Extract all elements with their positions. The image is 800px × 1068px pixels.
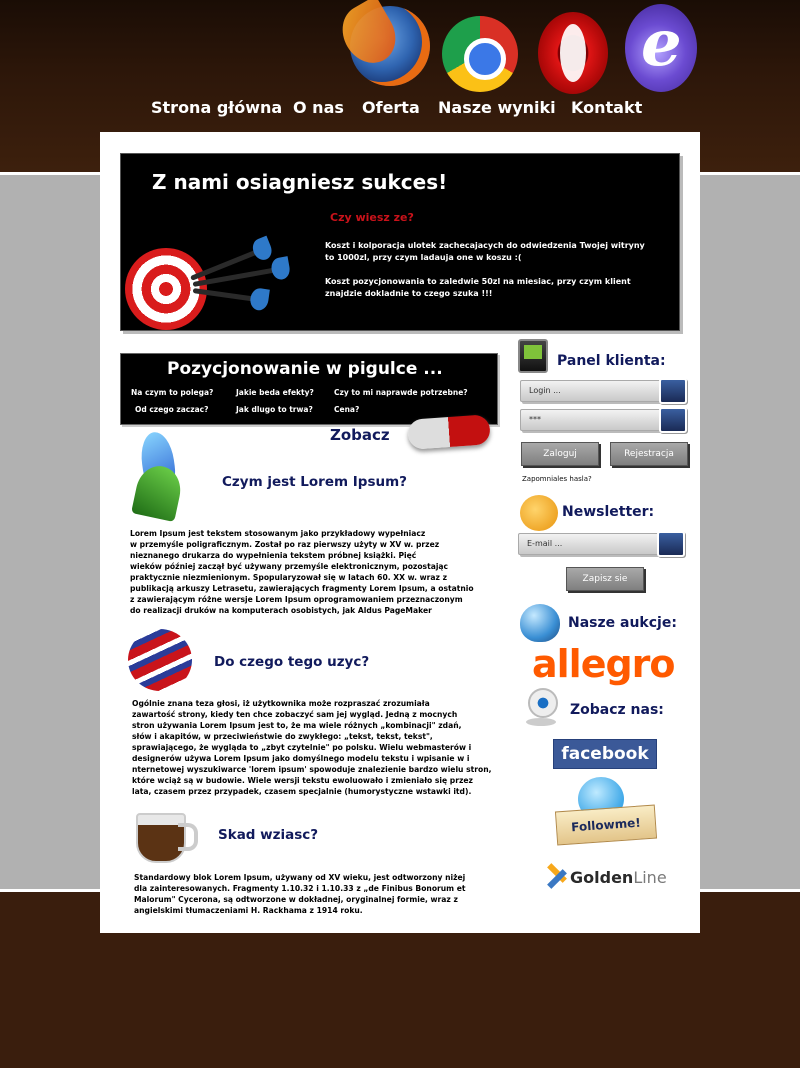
article-line: słów i akapitów, w przeciwieństwie do zw… — [132, 732, 433, 741]
goldenline-logo[interactable]: GoldenLine — [570, 868, 667, 887]
facebook-logo[interactable]: facebook — [553, 739, 657, 769]
seo-link[interactable]: Cena? — [334, 405, 359, 414]
register-button[interactable]: Rejestracja — [610, 442, 688, 466]
article-title: Do czego tego uzyc? — [214, 654, 370, 670]
article-line: Malorum" Cycerona, są odtworzone w dokła… — [134, 895, 458, 904]
mouse-icon — [520, 604, 560, 642]
auctions-title: Nasze aukcje: — [568, 615, 677, 631]
computer-icon — [657, 531, 685, 557]
monitor-icon — [518, 339, 548, 373]
article-line: Ogólnie znana teza głosi, iż użytkownika… — [132, 699, 430, 708]
article-line: z zawierającym różne wersje Lorem Ipsum … — [130, 595, 463, 604]
article-line: Standardowy blok Lorem Ipsum, używany od… — [134, 873, 466, 882]
hero-title: Z nami osiagniesz sukces! — [152, 170, 448, 194]
seo-link[interactable]: Od czego zaczac? — [135, 405, 208, 414]
hero-text-line: Koszt pozycjonowania to zaledwie 50zl na… — [325, 277, 631, 286]
nav-home[interactable]: Strona główna — [151, 98, 282, 117]
seo-summary-title: Pozycjonowanie w pigulce ... — [167, 359, 443, 379]
nav-about[interactable]: O nas — [293, 98, 344, 117]
goldenline-part: Golden — [570, 868, 634, 887]
webcam-icon — [522, 688, 560, 728]
hero-text-line: znajdzie dokladnie to czego szuka !!! — [325, 289, 493, 298]
email-field-value: E-mail ... — [527, 539, 563, 548]
seo-link[interactable]: Jak dlugo to trwa? — [236, 405, 313, 414]
article-body: Standardowy blok Lorem Ipsum, używany od… — [134, 872, 466, 916]
nav-offer[interactable]: Oferta — [362, 98, 420, 117]
computer-icon — [659, 378, 687, 404]
forgot-password-link[interactable]: Zapomniales hasla? — [522, 475, 592, 483]
allegro-logo[interactable]: allegro — [532, 642, 676, 686]
ie-icon — [625, 4, 697, 92]
seo-link[interactable]: Czy to mi naprawde potrzebne? — [334, 388, 468, 397]
login-button[interactable]: Zaloguj — [521, 442, 599, 466]
chrome-icon — [442, 16, 518, 92]
hero-text-line: to 1000zl, przy czym ladauja one w koszu… — [325, 253, 522, 262]
article-line: praktycznie niezmienionym. Spopularyzowa… — [130, 573, 448, 582]
see-more-link[interactable]: Zobacz — [330, 426, 390, 444]
article-line: lata, czasem przez przypadek, czasem spe… — [132, 787, 472, 796]
opera-icon — [538, 12, 608, 94]
article-line: stron używania Lorem Ipsum jest to, że m… — [132, 721, 462, 730]
feather-icon — [130, 432, 188, 516]
coffee-cup-icon — [132, 807, 198, 863]
hero-banner: Z nami osiagniesz sukces! Czy wiesz ze? … — [120, 153, 680, 331]
seo-link[interactable]: Jakie beda efekty? — [236, 388, 314, 397]
mail-icon — [520, 495, 558, 531]
article-line: nieznanego drukarza do wypełnienia tekst… — [130, 551, 417, 560]
password-field[interactable]: *** — [520, 407, 687, 433]
pill-icon — [407, 414, 491, 450]
follow-me-badge[interactable]: Followme! — [554, 804, 658, 846]
article-line: designerów używa Lorem Ipsum jako domyśl… — [132, 754, 470, 763]
nav-results[interactable]: Nasze wyniki — [438, 98, 556, 117]
seo-link[interactable]: Na czym to polega? — [131, 388, 213, 397]
see-us-title: Zobacz nas: — [570, 702, 664, 718]
article-title: Skad wziasc? — [218, 827, 319, 843]
article-line: dla zainteresowanych. Fragmenty 1.10.32 … — [134, 884, 466, 893]
subscribe-button[interactable]: Zapisz sie — [566, 567, 644, 591]
article-line: sprawiającego, że wygląda to „zbyt czyte… — [132, 743, 472, 752]
computer-icon — [659, 407, 687, 433]
article-line: wieków później zaczął być używany przemy… — [130, 562, 449, 571]
newsletter-title: Newsletter: — [562, 504, 655, 520]
goldenline-icon — [546, 866, 568, 888]
content-page: Z nami osiagniesz sukces! Czy wiesz ze? … — [100, 132, 700, 933]
article-title: Czym jest Lorem Ipsum? — [222, 474, 407, 490]
article-body: Ogólnie znana teza głosi, iż użytkownika… — [132, 698, 492, 797]
password-field-value: *** — [529, 415, 541, 424]
hero-question: Czy wiesz ze? — [330, 211, 414, 224]
login-field[interactable]: Login ... — [520, 378, 687, 404]
article-line: angielskimi tłumaczeniami H. Rackhama z … — [134, 906, 363, 915]
article-line: Lorem Ipsum jest tekstem stosowanym jako… — [130, 529, 426, 538]
article-line: nternetowej wyszukiwarce 'lorem ipsum' s… — [132, 765, 492, 774]
client-panel-title: Panel klienta: — [557, 353, 666, 369]
login-field-value: Login ... — [529, 386, 561, 395]
nav-contact[interactable]: Kontakt — [571, 98, 642, 117]
main-nav: Strona główna O nas Oferta Nasze wyniki … — [0, 98, 800, 122]
article-line: do realizacji druków na komputerach osob… — [130, 606, 432, 615]
article-line: które wciąż są w budowie. Wiele wersji t… — [132, 776, 473, 785]
article-body: Lorem Ipsum jest tekstem stosowanym jako… — [130, 528, 474, 616]
seo-summary-box: Pozycjonowanie w pigulce ... Na czym to … — [120, 353, 498, 425]
email-field[interactable]: E-mail ... — [518, 531, 685, 557]
firefox-icon — [350, 6, 430, 86]
arrows-icon — [128, 629, 192, 691]
article-line: zawartość strony, kiedy ten chce zobaczy… — [132, 710, 458, 719]
article-line: publikacją arkuszy Letrasetu, zawierając… — [130, 584, 474, 593]
hero-text-line: Koszt i kolporacja ulotek zachecajacych … — [325, 241, 645, 250]
goldenline-part: Line — [633, 868, 667, 887]
article-line: w przemyśle poligraficznym. Został po ra… — [130, 540, 440, 549]
